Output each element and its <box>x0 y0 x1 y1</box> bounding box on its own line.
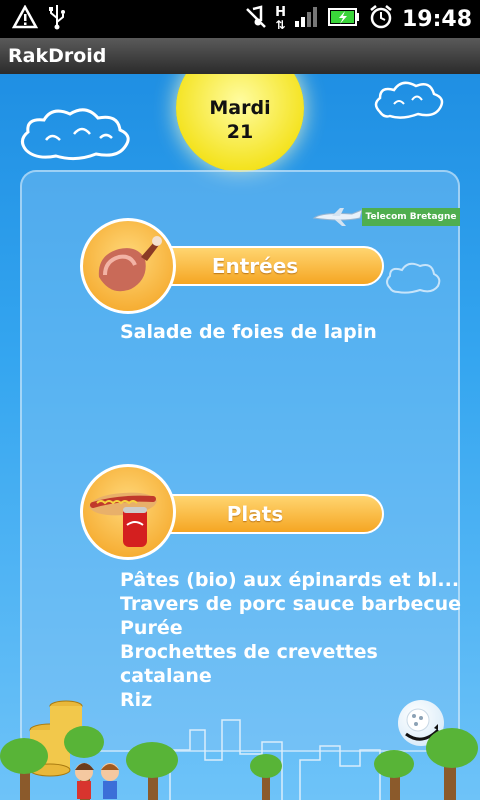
warning-icon <box>11 3 39 34</box>
music-muted-icon <box>245 4 267 34</box>
section-label: Plats <box>226 502 284 526</box>
list-item: Salade de foies de lapin <box>120 321 377 343</box>
cloud-icon <box>21 108 130 161</box>
hotdog-soda-icon <box>80 464 176 560</box>
status-bar: H ⇅ 19:48 <box>0 0 480 38</box>
list-item: Travers de porc sauce barbecue <box>120 593 462 615</box>
scenery-illustration <box>0 700 478 800</box>
list-item: Brochettes de crevettes <box>120 641 378 663</box>
app-title: RakDroid <box>8 45 107 67</box>
plane-icon <box>312 208 363 226</box>
clock: 19:48 <box>401 6 472 32</box>
usb-icon <box>48 4 66 35</box>
day-number: 21 <box>226 121 254 143</box>
ham-icon <box>80 218 176 314</box>
section-label: Entrées <box>211 254 299 278</box>
battery-charging-icon <box>327 7 360 31</box>
list-item: Pâtes (bio) aux épinards et bl... <box>120 569 460 591</box>
banner-label: Telecom Bretagne <box>365 212 457 222</box>
signal-icon <box>294 6 320 32</box>
cloud-icon <box>374 81 444 119</box>
sponsor-banner: Telecom Bretagne <box>362 208 460 226</box>
list-item: Purée <box>120 617 183 639</box>
list-item: catalane <box>120 665 212 687</box>
date-display: Mardi 21 <box>176 96 304 144</box>
network-h-icon: H ⇅ <box>275 5 286 32</box>
app-title-bar: RakDroid <box>0 38 480 74</box>
alarm-icon <box>368 4 394 34</box>
day-name: Mardi <box>209 97 271 119</box>
